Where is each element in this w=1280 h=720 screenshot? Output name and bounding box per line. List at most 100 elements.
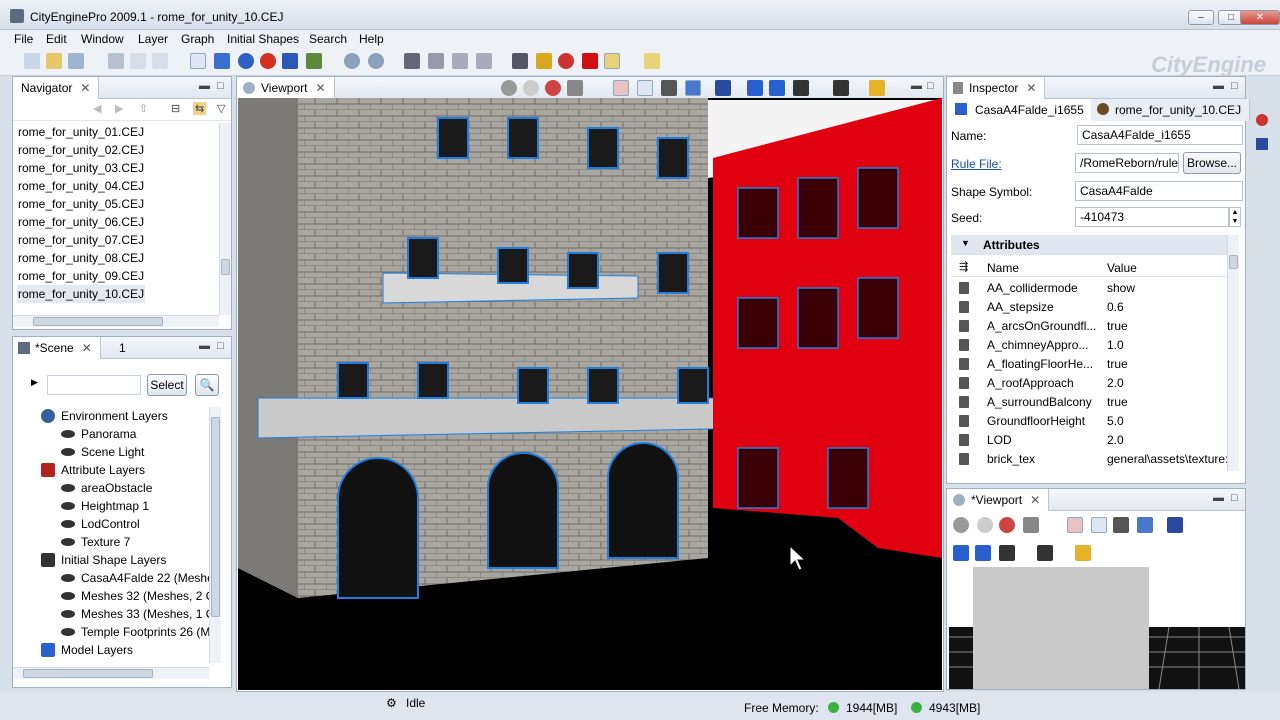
menu-edit[interactable]: Edit — [46, 32, 67, 46]
close-button[interactable]: ✕ — [1240, 10, 1280, 25]
seed-spinner[interactable]: ▲ ▼ — [1229, 207, 1241, 227]
attributes-vscrollbar[interactable] — [1227, 235, 1239, 471]
trash-icon[interactable] — [959, 415, 969, 427]
maximize-icon[interactable]: □ — [217, 80, 224, 92]
shape-tool-icon[interactable] — [604, 53, 620, 69]
transform-tool-icon[interactable] — [306, 53, 322, 69]
attributes-header[interactable]: ▼ Attributes — [951, 235, 1233, 255]
filter-icon[interactable] — [975, 545, 991, 561]
attribute-row[interactable]: LOD 2.0 — [951, 431, 1227, 450]
navigator-file-item[interactable]: rome_for_unity_01.CEJ — [17, 123, 145, 141]
rotate-tool-icon[interactable] — [260, 53, 276, 69]
collapse-all-icon[interactable]: ⊟ — [171, 102, 180, 115]
paste-icon[interactable] — [152, 53, 168, 69]
brush-select-icon[interactable] — [214, 53, 230, 69]
menu-window[interactable]: Window — [81, 32, 124, 46]
maximize-icon[interactable]: □ — [927, 80, 934, 92]
wireframe-shaded-icon[interactable] — [999, 517, 1015, 533]
menu-layer[interactable]: Layer — [138, 32, 168, 46]
attribute-row[interactable]: A_roofApproach 2.0 — [951, 374, 1227, 393]
trash-icon[interactable] — [959, 339, 969, 351]
wand-dropdown-icon[interactable] — [644, 53, 660, 69]
graph-overlay-icon[interactable] — [1091, 517, 1107, 533]
star-bookmark-icon[interactable] — [869, 80, 885, 96]
browse-button[interactable]: Browse... — [1183, 152, 1241, 174]
tab-scene[interactable]: *Scene ✕ — [13, 337, 101, 359]
new-file-icon[interactable] — [24, 53, 40, 69]
shape-overlay-icon[interactable] — [1137, 517, 1153, 533]
attribute-value[interactable]: 2.0 — [1107, 376, 1227, 390]
rule-file-link[interactable]: Rule File: — [951, 157, 1002, 171]
trash-icon[interactable] — [959, 377, 969, 389]
trash-icon[interactable] — [959, 320, 969, 332]
scene-tree-item[interactable]: Model Layers — [13, 641, 209, 659]
scale-tool-icon[interactable] — [282, 53, 298, 69]
view-menu-icon[interactable]: ▽ — [217, 102, 225, 115]
minimize-icon[interactable]: ▬ — [1213, 80, 1224, 92]
attribute-value[interactable]: 0.6 — [1107, 300, 1227, 314]
move-tool-icon[interactable] — [238, 53, 254, 69]
bookmark-icon[interactable] — [715, 80, 731, 96]
up-folder-icon[interactable]: ⇧ — [139, 102, 148, 115]
menu-search[interactable]: Search — [309, 32, 347, 46]
menu-help[interactable]: Help — [359, 32, 384, 46]
eye-icon[interactable] — [61, 628, 75, 636]
navigator-file-item[interactable]: rome_for_unity_04.CEJ — [17, 177, 145, 195]
scene-tree-item[interactable]: Meshes 33 (Meshes, 1 O — [13, 605, 209, 623]
scroll-thumb[interactable] — [211, 417, 220, 617]
trash-icon[interactable] — [959, 358, 969, 370]
attribute-value[interactable]: true — [1107, 319, 1227, 333]
navigator-hscrollbar[interactable] — [13, 315, 219, 327]
attribute-value[interactable]: true — [1107, 357, 1227, 371]
scroll-thumb[interactable] — [23, 669, 153, 678]
viewport-3d-canvas[interactable] — [238, 98, 942, 690]
collapse-arrow-icon[interactable]: ▼ — [961, 238, 970, 248]
scene-vscrollbar[interactable] — [209, 407, 221, 663]
attribute-value[interactable]: 1.0 — [1107, 338, 1227, 352]
filter-icon[interactable] — [769, 80, 785, 96]
attribute-row[interactable]: AA_stepsize 0.6 — [951, 298, 1227, 317]
layer-visibility-icon[interactable] — [953, 545, 969, 561]
navigator-file-item[interactable]: rome_for_unity_09.CEJ — [17, 267, 145, 285]
eye-icon[interactable] — [61, 610, 75, 618]
close-icon[interactable]: ✕ — [1026, 81, 1036, 95]
rule-icon[interactable] — [1256, 114, 1268, 126]
attribute-value[interactable]: show — [1107, 281, 1227, 295]
minimize-icon[interactable]: ▬ — [1213, 492, 1224, 504]
tab-inspector[interactable]: Inspector ✕ — [947, 77, 1046, 99]
close-icon[interactable]: ✕ — [1030, 493, 1040, 507]
layer-icon[interactable] — [1256, 138, 1268, 150]
navigator-file-item[interactable]: rome_for_unity_07.CEJ — [17, 231, 145, 249]
shape-overlay-icon[interactable] — [685, 80, 701, 96]
camera-icon[interactable] — [793, 80, 809, 96]
scene-tree-item[interactable]: Attribute Layers — [13, 461, 209, 479]
attribute-connect-icon[interactable]: ⇶ — [959, 260, 968, 273]
generate-icon[interactable] — [512, 53, 528, 69]
menu-graph[interactable]: Graph — [181, 32, 214, 46]
scene-tree-item[interactable]: Scene Light — [13, 443, 209, 461]
attribute-value[interactable]: general\assets\texture: — [1107, 452, 1227, 466]
eye-icon[interactable] — [61, 538, 75, 546]
attribute-row[interactable]: A_surroundBalcony true — [951, 393, 1227, 412]
zoom-in-icon[interactable] — [368, 53, 384, 69]
menu-initial-shapes[interactable]: Initial Shapes — [227, 32, 299, 46]
search-icon[interactable]: 🔍 — [195, 374, 219, 396]
video-camera-icon[interactable] — [833, 80, 849, 96]
zoom-out-icon[interactable] — [344, 53, 360, 69]
attribute-row[interactable]: brick_tex general\assets\texture: — [951, 450, 1227, 469]
scene-tree-item[interactable]: Meshes 32 (Meshes, 2 O — [13, 587, 209, 605]
edit-graph-icon[interactable] — [404, 53, 420, 69]
trash-icon[interactable] — [959, 434, 969, 446]
name-field[interactable]: CasaA4Falde_i1655 — [1077, 125, 1243, 145]
scene-tree-item[interactable]: Panorama — [13, 425, 209, 443]
scroll-thumb[interactable] — [221, 259, 230, 275]
textured-icon[interactable] — [523, 80, 539, 96]
attribute-row[interactable]: A_arcsOnGroundfl... true — [951, 317, 1227, 336]
layer-visibility-icon[interactable] — [747, 80, 763, 96]
select-tool-icon[interactable] — [190, 53, 206, 69]
scene-tree-item[interactable]: areaObstacle — [13, 479, 209, 497]
scene-hscrollbar[interactable] — [13, 667, 209, 679]
expand-arrow-icon[interactable]: ▶ — [31, 377, 38, 388]
cleanup-graph-icon[interactable] — [476, 53, 492, 69]
copy-icon[interactable] — [130, 53, 146, 69]
